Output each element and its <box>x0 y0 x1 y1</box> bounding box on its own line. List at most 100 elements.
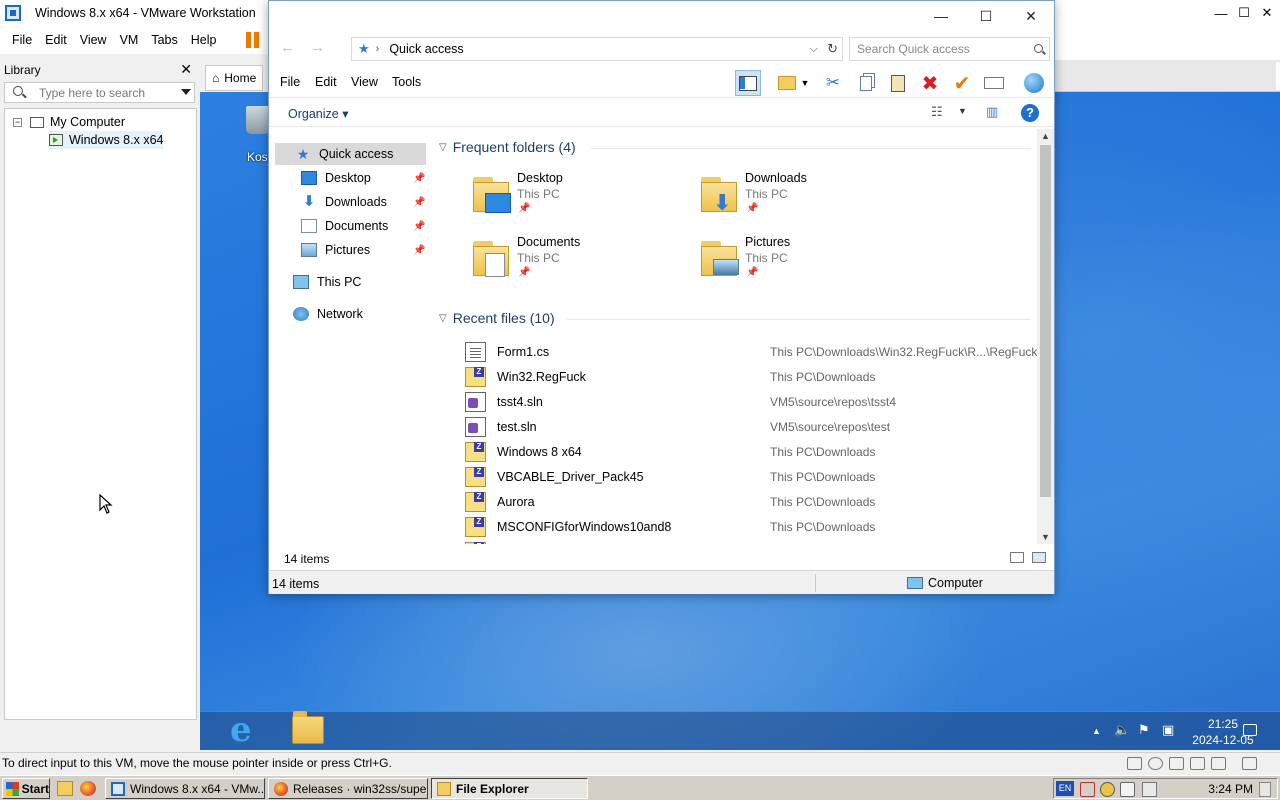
list-item[interactable]: test.sln VM5\source\repos\test <box>465 415 1035 440</box>
menu-file[interactable]: File <box>12 33 32 47</box>
nav-item-pictures[interactable]: Pictures <box>301 239 370 261</box>
host-clock[interactable]: 3:24 PM <box>1208 782 1253 796</box>
menu-edit[interactable]: Edit <box>45 33 67 47</box>
display-icon[interactable]: ▣ <box>1162 722 1174 738</box>
menu-tabs[interactable]: Tabs <box>151 33 177 47</box>
minimize-icon[interactable]: — <box>921 6 961 26</box>
pin-icon[interactable]: 📌 <box>413 173 425 184</box>
tiles-view-icon[interactable] <box>1032 552 1046 563</box>
forward-arrow-icon[interactable]: → <box>310 39 325 56</box>
close-icon[interactable]: ✕ <box>1254 0 1280 26</box>
tree-item-windows-vm[interactable]: Windows 8.x x64 <box>49 131 164 149</box>
properties-button[interactable] <box>981 70 1007 96</box>
network-adapter-icon[interactable] <box>1169 757 1184 770</box>
pin-icon[interactable]: 📌 <box>413 197 425 208</box>
tray-expand-icon[interactable]: ▲ <box>1092 726 1101 736</box>
chevron-down-icon[interactable]: ▽ <box>439 142 447 153</box>
menu-view[interactable]: View <box>351 75 378 89</box>
menu-tools[interactable]: Tools <box>392 75 421 89</box>
delete-icon[interactable]: ✖ <box>917 70 943 96</box>
details-pane-icon[interactable]: ▥ <box>986 104 998 120</box>
recent-files-header[interactable]: ▽ Recent files (10) <box>439 310 555 326</box>
scrollbar-thumb[interactable] <box>1040 145 1051 497</box>
usb-device-icon[interactable] <box>1120 782 1135 797</box>
chevron-down-icon[interactable]: ▼ <box>958 106 967 116</box>
tree-item-my-computer[interactable]: − My Computer <box>13 113 125 131</box>
menu-vm[interactable]: VM <box>120 33 139 47</box>
message-log-icon[interactable] <box>1242 757 1257 770</box>
nav-item-downloads[interactable]: ⬇ Downloads <box>301 191 387 213</box>
hard-disk-icon[interactable] <box>1127 757 1142 770</box>
nav-item-desktop[interactable]: Desktop <box>301 167 371 189</box>
frequent-folders-header[interactable]: ▽ Frequent folders (4) <box>439 139 576 155</box>
task-firefox[interactable]: Releases · win32ss/supe... <box>268 778 428 799</box>
scroll-down-icon[interactable]: ▼ <box>1041 532 1050 542</box>
breadcrumb-chevron-icon[interactable]: › <box>376 43 380 55</box>
search-input[interactable]: Search Quick access <box>849 37 1050 61</box>
address-bar[interactable]: ★ › Quick access ⌵ ↻ <box>351 37 843 61</box>
refresh-icon[interactable]: ↻ <box>827 41 838 57</box>
new-folder-dropdown[interactable]: ▼ <box>799 70 811 96</box>
back-arrow-icon[interactable]: ← <box>280 39 295 56</box>
list-item[interactable]: Windows 8 x64 This PC\Downloads <box>465 440 1035 465</box>
menu-file[interactable]: File <box>280 75 300 89</box>
tab-home[interactable]: ⌂ Home <box>205 65 263 91</box>
copy-button[interactable] <box>853 70 879 96</box>
help-icon[interactable]: ? <box>1021 104 1039 122</box>
internet-explorer-icon[interactable]: e <box>230 713 264 747</box>
file-explorer-taskbar-icon[interactable] <box>292 711 324 744</box>
preview-pane-button[interactable] <box>735 70 761 96</box>
nav-item-quick-access[interactable]: ★ Quick access <box>275 143 426 165</box>
menu-edit[interactable]: Edit <box>315 75 337 89</box>
chevron-down-icon[interactable] <box>181 89 191 95</box>
pause-vm-icon[interactable] <box>246 32 262 48</box>
pin-icon[interactable]: 📌 <box>413 245 425 256</box>
list-item[interactable]: Form1.cs This PC\Downloads\Win32.RegFuck… <box>465 340 1037 365</box>
start-button[interactable]: Start <box>2 778 50 799</box>
paste-button[interactable] <box>885 70 911 96</box>
menu-view[interactable]: View <box>80 33 107 47</box>
firefox-quicklaunch-icon[interactable] <box>80 781 96 796</box>
view-options-icon[interactable]: ☷ <box>931 104 943 120</box>
network-tray-icon[interactable] <box>1142 782 1157 797</box>
details-view-icon[interactable] <box>1010 552 1024 563</box>
pin-icon[interactable]: 📌 <box>413 221 425 232</box>
globe-button[interactable] <box>1021 70 1047 96</box>
cd-dvd-icon[interactable] <box>1148 757 1163 770</box>
menu-help[interactable]: Help <box>191 33 217 47</box>
network-error-icon[interactable]: ⚑ <box>1138 722 1150 738</box>
sound-card-icon[interactable] <box>1190 757 1205 770</box>
folder-tile[interactable]: Pictures This PC 📌 <box>699 235 899 291</box>
nav-item-documents[interactable]: Documents <box>301 215 388 237</box>
list-item[interactable]: MSCONFIGforWindows10and8 This PC\Downloa… <box>465 515 1035 540</box>
notifications-icon[interactable] <box>1243 724 1257 736</box>
task-file-explorer[interactable]: File Explorer <box>431 778 588 799</box>
chevron-down-icon[interactable]: ⌵ <box>810 43 818 56</box>
display-device-icon[interactable] <box>1211 757 1226 770</box>
folder-tile[interactable]: ⬇ Downloads This PC 📌 <box>699 171 899 227</box>
nav-item-network[interactable]: Network <box>293 303 363 325</box>
magnifier-icon[interactable] <box>1100 782 1115 797</box>
language-indicator[interactable]: EN <box>1056 781 1074 796</box>
cut-icon[interactable]: ✂ <box>820 70 846 96</box>
show-desktop-icon[interactable] <box>1259 782 1271 797</box>
library-search-input[interactable]: Type here to search <box>4 82 195 103</box>
vertical-scrollbar[interactable]: ▲ ▼ <box>1037 129 1054 544</box>
checkmark-icon[interactable]: ✔ <box>949 70 975 96</box>
close-library-icon[interactable]: ✕ <box>180 61 192 78</box>
list-item[interactable]: Win32.RegFuck This PC\Downloads <box>465 365 1035 390</box>
chevron-down-icon[interactable]: ▽ <box>439 313 447 324</box>
folder-tile[interactable]: Documents This PC 📌 <box>471 235 671 291</box>
security-icon[interactable] <box>1080 782 1095 797</box>
folder-tile[interactable]: Desktop This PC 📌 <box>471 171 671 227</box>
nav-item-this-pc[interactable]: This PC <box>293 271 361 293</box>
volume-icon[interactable]: 🔈 <box>1114 722 1130 738</box>
list-item[interactable]: VBCABLE_Driver_Pack45 This PC\Downloads <box>465 465 1035 490</box>
list-item[interactable]: Aurora This PC\Downloads <box>465 490 1035 515</box>
explorer-quicklaunch-icon[interactable] <box>57 781 73 796</box>
maximize-icon[interactable]: ☐ <box>966 6 1006 26</box>
list-item[interactable]: tsst4.sln VM5\source\repos\tsst4 <box>465 390 1035 415</box>
collapse-toggle-icon[interactable]: − <box>13 117 22 127</box>
task-vmware[interactable]: Windows 8.x x64 - VMw... <box>105 778 265 799</box>
scroll-up-icon[interactable]: ▲ <box>1041 131 1050 141</box>
